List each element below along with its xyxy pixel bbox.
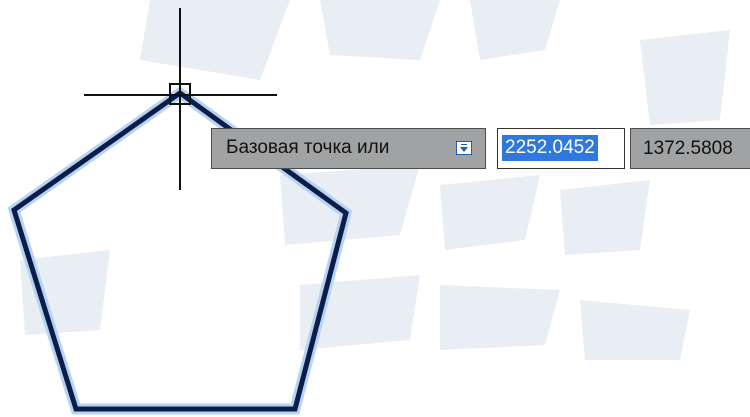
watermark-shape bbox=[640, 30, 730, 125]
background-watermark bbox=[20, 0, 730, 360]
watermark-shape bbox=[320, 0, 440, 60]
drawing-canvas[interactable] bbox=[0, 0, 750, 417]
watermark-shape bbox=[440, 285, 560, 350]
watermark-shape bbox=[470, 0, 560, 60]
y-coordinate-value: 1372.5808 bbox=[643, 138, 733, 159]
watermark-shape bbox=[440, 175, 540, 250]
prompt-label: Базовая точка или bbox=[226, 137, 390, 158]
x-coordinate-input[interactable]: 2252.0452 bbox=[497, 128, 625, 169]
y-coordinate-input[interactable]: 1372.5808 bbox=[630, 128, 750, 169]
dropdown-arrow-icon[interactable] bbox=[456, 141, 472, 155]
x-coordinate-value: 2252.0452 bbox=[502, 135, 598, 161]
watermark-shape bbox=[580, 300, 690, 360]
watermark-shape bbox=[140, 0, 290, 80]
dynamic-input-prompt: Базовая точка или bbox=[211, 128, 486, 169]
watermark-shape bbox=[560, 180, 650, 255]
